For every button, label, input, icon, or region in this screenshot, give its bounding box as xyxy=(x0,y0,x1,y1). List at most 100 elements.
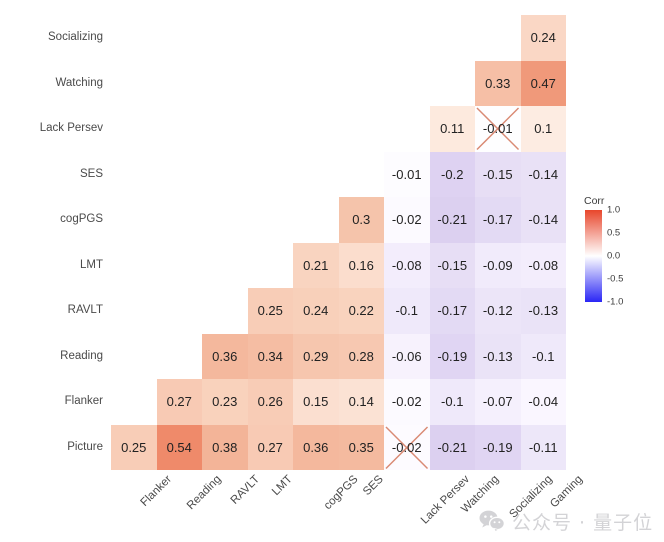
heatmap-cell-value: -0.1 xyxy=(441,394,464,410)
y-axis-labels: Socializing Watching Lack Persev SES cogPGS L… xyxy=(0,15,103,470)
heatmap-cell: 0.26 xyxy=(247,379,293,425)
x-axis-tick-label: cogPGS xyxy=(293,470,361,540)
heatmap-cell-value: 0.27 xyxy=(166,394,192,410)
heatmap-cell-value: -0.08 xyxy=(391,257,422,273)
heatmap-cell: -0.08 xyxy=(384,242,430,288)
heatmap-cell: 0.34 xyxy=(247,333,293,379)
heatmap-cell-value: 0.24 xyxy=(303,303,329,319)
heatmap-cell-value: -0.01 xyxy=(482,121,513,137)
legend-tick-label: -1.0 xyxy=(607,296,624,308)
y-axis-tick-text: Reading xyxy=(60,349,103,362)
heatmap-cell: 0.3 xyxy=(338,197,384,243)
heatmap-cell: 0.54 xyxy=(156,424,202,470)
y-axis-tick-text: Socializing xyxy=(48,31,103,43)
y-axis-tick-text: RAVLT xyxy=(67,304,103,316)
x-axis-tick-label: Lack Persev xyxy=(384,470,472,540)
x-axis-tick-label: LMT xyxy=(248,470,296,540)
x-axis-tick-label: Gaming xyxy=(521,470,585,540)
heatmap-cell: -0.14 xyxy=(520,151,566,197)
legend-tick-label: 0.0 xyxy=(607,250,621,262)
heatmap-cell-value: 0.3 xyxy=(352,212,371,228)
heatmap-cell-value: -0.21 xyxy=(437,212,468,228)
heatmap-cell-value: -0.15 xyxy=(482,166,513,182)
heatmap-cell-value: -0.04 xyxy=(528,394,559,410)
heatmap-cell: -0.19 xyxy=(429,333,475,379)
heatmap-cell-value: 0.23 xyxy=(212,394,238,410)
heatmap-cell: -0.1 xyxy=(520,333,566,379)
heatmap-cell-value: -0.17 xyxy=(437,303,468,319)
heatmap-cell-value: 0.34 xyxy=(257,348,283,364)
heatmap-cell-value: 0.26 xyxy=(257,394,283,410)
y-axis-tick-label: cogPGS xyxy=(0,197,103,243)
heatmap-cell: -0.02 xyxy=(384,197,430,243)
y-axis-tick-label: Watching xyxy=(0,61,103,107)
y-axis-tick-text: Picture xyxy=(67,440,103,453)
y-axis-tick-label: SES xyxy=(0,152,103,198)
heatmap-cell-value: -0.19 xyxy=(437,348,468,364)
y-axis-tick-label: RAVLT xyxy=(0,288,103,334)
x-axis-tick-label: Socializing xyxy=(475,470,554,540)
x-axis-tick-text: LMT xyxy=(270,473,296,499)
heatmap-cell-value: 0.33 xyxy=(485,75,511,91)
heatmap-cell-value: 0.24 xyxy=(530,30,556,46)
heatmap-cell-value: -0.02 xyxy=(391,439,422,455)
heatmap-cell-value: -0.2 xyxy=(441,166,464,182)
y-axis-tick-text: LMT xyxy=(80,258,103,271)
heatmap-cell-value: 0.14 xyxy=(348,394,374,410)
heatmap-cell: -0.2 xyxy=(429,151,475,197)
heatmap-cell-value: 0.1 xyxy=(534,121,553,137)
heatmap-cell-value: -0.14 xyxy=(528,212,559,228)
x-axis-tick-label: Watching xyxy=(430,470,501,540)
heatmap-cell-value: 0.27 xyxy=(257,439,283,455)
heatmap-cell-value: 0.38 xyxy=(212,439,238,455)
heatmap-cell: 0.11 xyxy=(429,106,475,152)
x-axis-tick-label: RAVLT xyxy=(202,470,261,540)
x-axis-tick-label: SES xyxy=(339,470,386,540)
heatmap-cell-value: -0.14 xyxy=(528,166,559,182)
heatmap-grid: 0.24 0.33 0.47 0.11 -0.01 0.1 -0.01 -0.2 -0.15 -0… xyxy=(111,15,566,470)
heatmap-cell: -0.04 xyxy=(520,379,566,425)
heatmap-cell-value: 0.47 xyxy=(530,75,556,91)
legend-tick-label: 0.5 xyxy=(607,227,621,239)
heatmap-cell: 0.38 xyxy=(202,424,248,470)
heatmap-cell: 0.29 xyxy=(293,333,339,379)
heatmap-cell: -0.1 xyxy=(384,288,430,334)
legend-title: Corr xyxy=(584,195,605,207)
heatmap-cell: 0.47 xyxy=(520,60,566,106)
heatmap-cell: -0.15 xyxy=(475,151,521,197)
color-legend: Corr 1.0 0.5 0.0 -0.5 -1.0 xyxy=(584,196,660,308)
y-axis-tick-label: Socializing xyxy=(0,15,103,61)
x-axis-labels: Flanker Reading RAVLT LMT cogPGS SES Lack Pers… xyxy=(111,470,585,542)
heatmap-cell: 0.36 xyxy=(293,424,339,470)
heatmap-cell: 0.35 xyxy=(338,424,384,470)
y-axis-tick-text: Flanker xyxy=(64,395,103,407)
heatmap-cell-value: -0.09 xyxy=(482,257,513,273)
heatmap-cell: -0.17 xyxy=(475,197,521,243)
heatmap-cell-value: 0.21 xyxy=(303,257,329,273)
heatmap-cell: 0.14 xyxy=(338,379,384,425)
heatmap-cell: -0.09 xyxy=(475,242,521,288)
heatmap-cell: -0.01 xyxy=(384,151,430,197)
y-axis-tick-label: Flanker xyxy=(0,379,103,425)
heatmap-cell: 0.25 xyxy=(247,288,293,334)
heatmap-cell-value: 0.28 xyxy=(348,348,374,364)
heatmap-cell: -0.13 xyxy=(475,333,521,379)
heatmap-cell: -0.13 xyxy=(520,288,566,334)
heatmap-cell-value: -0.17 xyxy=(482,212,513,228)
heatmap-cell: -0.11 xyxy=(520,424,566,470)
heatmap-cell: -0.06 xyxy=(384,333,430,379)
heatmap-cell-value: -0.12 xyxy=(482,303,513,319)
heatmap-cell-value: 0.36 xyxy=(212,348,238,364)
heatmap-cell-value: -0.1 xyxy=(532,348,555,364)
y-axis-tick-text: Lack Persev xyxy=(39,122,103,134)
heatmap-cell: -0.21 xyxy=(429,424,475,470)
heatmap-cell-value: -0.1 xyxy=(395,303,418,319)
y-axis-tick-text: cogPGS xyxy=(60,213,103,225)
heatmap-cell-value: -0.19 xyxy=(482,439,513,455)
heatmap-cell: 0.28 xyxy=(338,333,384,379)
heatmap-cell: 0.24 xyxy=(520,15,566,61)
heatmap-cell-value: -0.01 xyxy=(391,166,422,182)
x-axis-tick-label: Reading xyxy=(157,470,224,540)
heatmap-cell-value: -0.06 xyxy=(391,348,422,364)
heatmap-cell: 0.21 xyxy=(293,242,339,288)
